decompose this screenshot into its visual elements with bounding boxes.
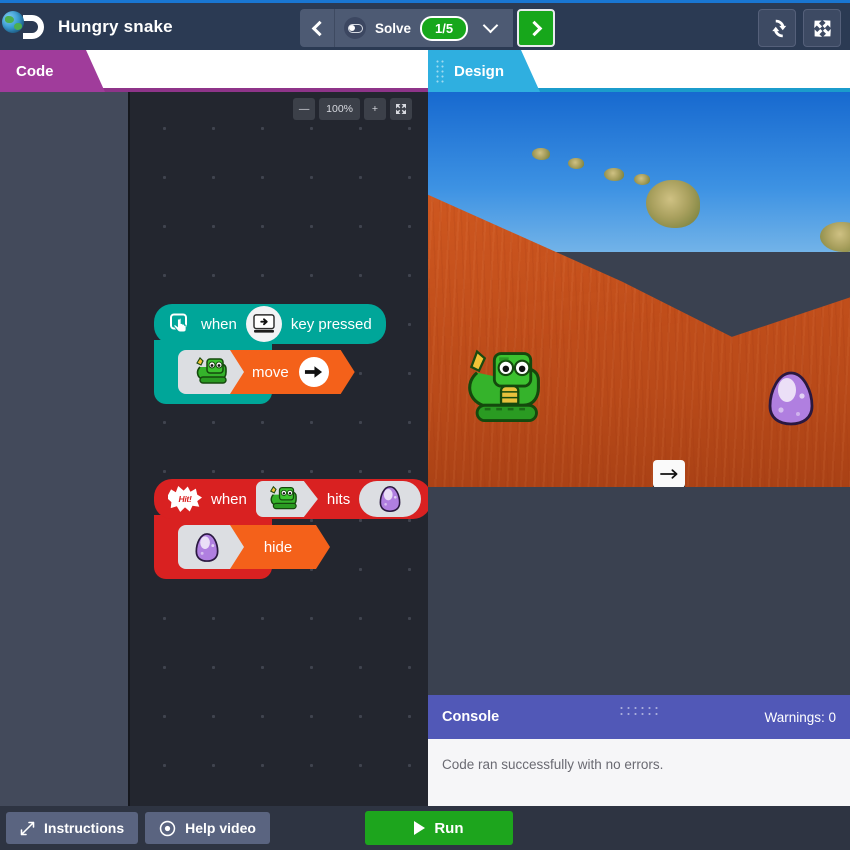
block-label-when: when [201, 315, 237, 333]
arrow-right-key-icon [253, 314, 275, 333]
app-logo[interactable] [0, 2, 50, 52]
bush-icon [634, 174, 650, 185]
window-controls [758, 9, 841, 47]
bush-icon [604, 168, 624, 181]
tab-design[interactable]: Design [428, 50, 540, 92]
snake-sprite-icon [269, 485, 297, 510]
block-when-key-pressed[interactable]: when key pressed move [154, 304, 386, 404]
tab-code-label: Code [16, 62, 54, 80]
press-key-icon [170, 313, 187, 333]
top-toolbar: Hungry snake Solve 1/5 [0, 0, 850, 50]
chevron-right-icon [526, 20, 542, 36]
play-icon [414, 821, 426, 835]
stage-column: Console Warnings: 0 Code ran successfull… [428, 92, 850, 850]
app-root: Hungry snake Solve 1/5 Code Design — 100… [0, 0, 850, 850]
egg-sprite-icon [379, 485, 401, 513]
hide-action[interactable]: hide [230, 525, 330, 569]
level-bar: Solve 1/5 [335, 9, 514, 47]
toggle-icon [347, 23, 363, 33]
bush-icon [568, 158, 584, 169]
key-parameter[interactable] [245, 306, 282, 342]
run-label: Run [434, 819, 464, 837]
next-level-button[interactable] [517, 9, 556, 47]
snake-sprite-chip[interactable] [178, 350, 244, 394]
block-when-hits[interactable]: Hit! when hits hide [154, 479, 428, 579]
snake-sprite-icon [196, 357, 227, 384]
chevron-left-icon [311, 20, 327, 36]
block-hat-collision[interactable]: Hit! when hits [154, 479, 428, 519]
run-button[interactable]: Run [364, 811, 513, 845]
play-circle-icon [159, 820, 176, 836]
previous-level-button[interactable] [300, 9, 335, 47]
block-hide-statement[interactable]: hide [178, 525, 330, 569]
expand-diagonal-icon [20, 821, 35, 835]
stage-arrow-button[interactable] [653, 460, 685, 487]
arrow-right-icon [659, 469, 677, 479]
tab-design-label: Design [454, 62, 505, 80]
console-message: Code ran successfully with no errors. [442, 757, 664, 772]
level-indicator[interactable]: 1/5 [420, 15, 469, 41]
snake-sprite[interactable] [456, 342, 548, 434]
block-move-statement[interactable]: move [178, 350, 355, 394]
instructions-label: Instructions [44, 820, 125, 836]
egg-sprite[interactable] [766, 370, 816, 428]
block-label-key-pressed: key pressed [290, 315, 372, 333]
hit-burst-icon: Hit! [168, 486, 202, 512]
direction-parameter[interactable] [299, 357, 329, 387]
reset-button[interactable] [758, 9, 796, 47]
level-controls: Solve 1/5 [300, 9, 556, 47]
workspace-zoom-toolbar: — 100% + [293, 98, 412, 120]
expand-arrows-icon [813, 19, 831, 37]
block-label-hits: hits [326, 490, 351, 508]
zoom-out-button[interactable]: — [293, 98, 316, 120]
snake-sprite-chip[interactable] [255, 481, 318, 517]
console-warnings-count: Warnings: 0 [764, 709, 836, 725]
help-video-button[interactable]: Help video [145, 812, 270, 844]
help-video-label: Help video [185, 820, 256, 836]
action-label-move: move [252, 363, 289, 381]
block-hat-event[interactable]: when key pressed [154, 304, 386, 344]
zoom-in-button[interactable]: + [364, 98, 386, 120]
page-title: Hungry snake [58, 16, 173, 36]
arrow-right-icon [304, 364, 323, 380]
tab-code[interactable]: Code [0, 50, 105, 92]
drag-grip-icon[interactable] [435, 59, 446, 84]
chevron-down-icon [482, 17, 498, 34]
zoom-level-label: 100% [319, 98, 360, 120]
globe-icon [2, 10, 24, 33]
console-header: Console Warnings: 0 [428, 695, 850, 739]
egg-sprite-chip[interactable] [178, 525, 244, 569]
move-action[interactable]: move [230, 350, 355, 394]
action-label-hide: hide [263, 538, 293, 556]
refresh-icon [771, 19, 786, 37]
egg-sprite-icon [195, 532, 219, 562]
bush-icon [532, 148, 550, 160]
egg-sprite-chip[interactable] [359, 481, 422, 517]
console-resize-grip[interactable] [618, 705, 658, 715]
instructions-button[interactable]: Instructions [6, 812, 139, 844]
level-dropdown-button[interactable] [477, 17, 503, 34]
fullscreen-button[interactable] [803, 9, 841, 47]
game-stage[interactable] [428, 92, 850, 487]
tab-bar: Code Design [0, 50, 850, 92]
solve-label: Solve [375, 20, 412, 36]
bush-icon [646, 180, 700, 228]
fit-to-screen-button[interactable] [390, 98, 412, 120]
hit-badge-text: Hit! [178, 494, 192, 504]
bottom-toolbar: Instructions Help video Run [0, 806, 850, 850]
console-title: Console [442, 709, 500, 725]
block-palette-sidebar[interactable] [0, 92, 128, 806]
expand-icon [396, 104, 406, 114]
code-workspace[interactable]: — 100% + when key pressed move Hit! when… [128, 92, 428, 806]
block-label-when: when [211, 490, 247, 508]
solve-toggle[interactable] [344, 17, 366, 39]
